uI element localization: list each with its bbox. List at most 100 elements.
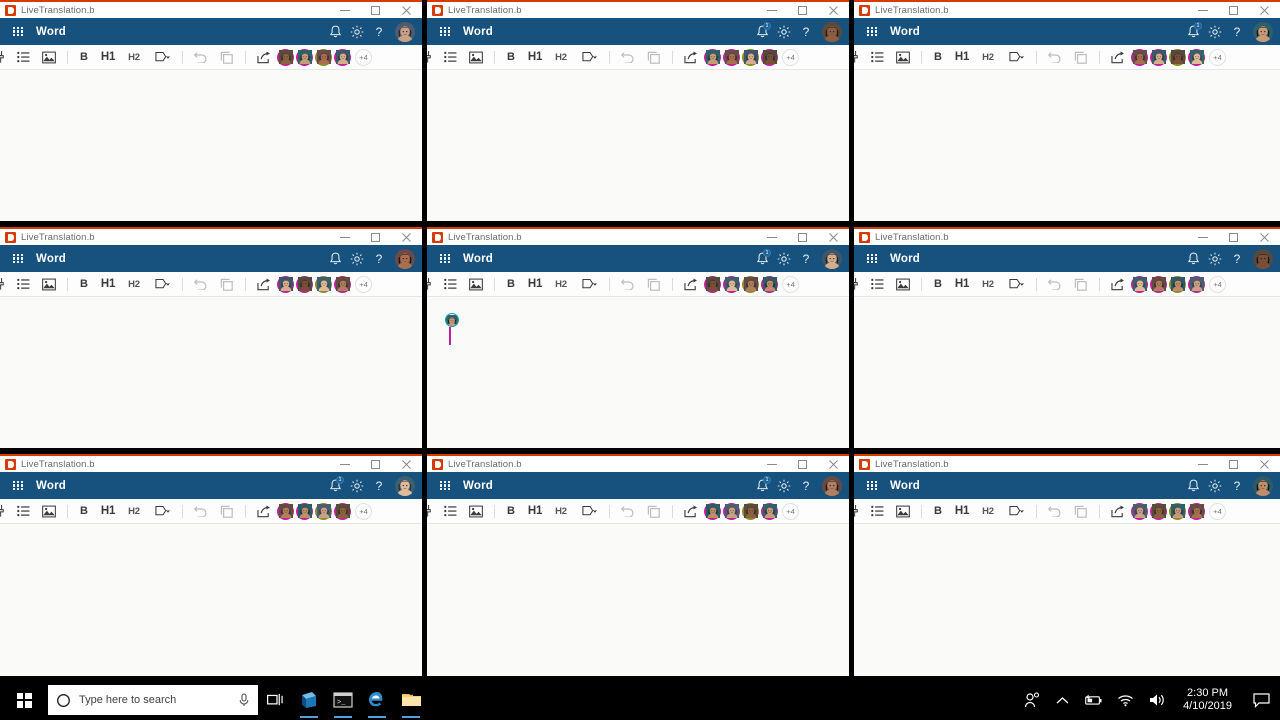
collaborator-avatar[interactable] (277, 502, 294, 522)
user-avatar[interactable] (822, 248, 842, 269)
maximize-button[interactable] (1218, 455, 1249, 473)
collaborator-avatar[interactable] (1188, 502, 1205, 522)
window-titlebar[interactable]: LiveTranslation.b (854, 454, 1280, 472)
word-window[interactable]: LiveTranslation.b Word 1? B H1 H2 +4 (427, 454, 849, 676)
insert-picture-icon[interactable] (890, 499, 916, 523)
undo-button[interactable] (615, 272, 641, 296)
collaborators-overflow[interactable]: +4 (355, 48, 372, 66)
notifications-button[interactable] (324, 245, 346, 272)
document-canvas[interactable] (0, 70, 422, 221)
undo-button[interactable] (188, 272, 214, 296)
minimize-button[interactable] (1187, 1, 1218, 19)
heading-2-button[interactable]: H2 (975, 499, 1001, 523)
format-painter-icon[interactable] (854, 45, 864, 69)
minimize-button[interactable] (756, 1, 787, 19)
collaborator-avatar[interactable] (1150, 275, 1167, 295)
collaborator-avatar[interactable] (761, 48, 778, 68)
share-button[interactable] (678, 272, 704, 296)
undo-button[interactable] (1042, 45, 1068, 69)
collaborator-avatar[interactable] (723, 275, 740, 295)
collaborator-avatar[interactable] (723, 48, 740, 68)
word-window[interactable]: LiveTranslation.b Word 1? B H1 H2 +4 (854, 0, 1280, 221)
collaborator-avatar[interactable] (334, 48, 351, 68)
collaborator-avatar[interactable] (761, 275, 778, 295)
window-titlebar[interactable]: LiveTranslation.b (427, 227, 849, 245)
redo-button[interactable] (641, 272, 667, 296)
close-button[interactable] (818, 228, 849, 246)
help-button[interactable]: ? (1226, 245, 1248, 272)
collaborator-avatar[interactable] (334, 502, 351, 522)
window-titlebar[interactable]: LiveTranslation.b (427, 454, 849, 472)
word-window[interactable]: LiveTranslation.b Word 1? B H1 H2 +4 (0, 454, 422, 676)
app-launcher-icon[interactable] (440, 480, 450, 491)
collaborator-avatar[interactable] (1169, 275, 1186, 295)
bulleted-list-icon[interactable] (864, 45, 890, 69)
text-style-dropdown[interactable] (574, 45, 604, 69)
collaborator-avatar[interactable] (277, 275, 294, 295)
collaborator-avatar[interactable] (296, 502, 313, 522)
text-style-dropdown[interactable] (1001, 499, 1031, 523)
redo-button[interactable] (641, 45, 667, 69)
settings-button[interactable] (346, 245, 368, 272)
minimize-button[interactable] (329, 228, 360, 246)
battery-icon[interactable] (1076, 680, 1110, 720)
help-button[interactable]: ? (368, 472, 390, 499)
heading-1-button[interactable]: H1 (949, 45, 975, 69)
text-style-dropdown[interactable] (147, 499, 177, 523)
app-launcher-icon[interactable] (13, 253, 23, 264)
maximize-button[interactable] (360, 228, 391, 246)
collaborator-avatar[interactable] (704, 48, 721, 68)
collaborators-overflow[interactable]: +4 (1209, 502, 1226, 520)
task-view-button[interactable] (258, 680, 292, 720)
close-button[interactable] (391, 228, 422, 246)
word-window[interactable]: LiveTranslation.b Word? B H1 H2 +4 (0, 227, 422, 448)
collaborator-avatar[interactable] (315, 502, 332, 522)
word-window[interactable]: LiveTranslation.b Word? B H1 H2 +4 (854, 227, 1280, 448)
settings-button[interactable] (1204, 472, 1226, 499)
undo-button[interactable] (188, 499, 214, 523)
help-button[interactable]: ? (795, 472, 817, 499)
collaborator-avatar[interactable] (704, 502, 721, 522)
help-button[interactable]: ? (368, 18, 390, 45)
collaborator-avatar[interactable] (315, 275, 332, 295)
collaborator-avatar[interactable] (1131, 502, 1148, 522)
minimize-button[interactable] (329, 455, 360, 473)
settings-button[interactable] (1204, 245, 1226, 272)
share-button[interactable] (251, 45, 277, 69)
document-canvas[interactable] (854, 297, 1280, 448)
format-painter-icon[interactable] (427, 45, 437, 69)
taskbar-app-store[interactable] (292, 680, 326, 720)
collaborators-overflow[interactable]: +4 (782, 48, 799, 66)
minimize-button[interactable] (756, 228, 787, 246)
undo-button[interactable] (188, 45, 214, 69)
collaborator-avatar[interactable] (742, 502, 759, 522)
close-button[interactable] (1249, 228, 1280, 246)
app-launcher-icon[interactable] (867, 253, 877, 264)
format-painter-icon[interactable] (854, 499, 864, 523)
insert-picture-icon[interactable] (890, 272, 916, 296)
action-center-button[interactable] (1242, 680, 1280, 720)
bold-button[interactable]: B (927, 45, 949, 69)
heading-2-button[interactable]: H2 (548, 272, 574, 296)
bulleted-list-icon[interactable] (10, 499, 36, 523)
user-avatar[interactable] (1253, 475, 1273, 496)
bulleted-list-icon[interactable] (864, 499, 890, 523)
minimize-button[interactable] (1187, 228, 1218, 246)
document-canvas[interactable] (0, 297, 422, 448)
redo-button[interactable] (214, 499, 240, 523)
share-button[interactable] (1105, 499, 1131, 523)
bulleted-list-icon[interactable] (437, 499, 463, 523)
app-launcher-icon[interactable] (13, 480, 23, 491)
bold-button[interactable]: B (73, 45, 95, 69)
user-avatar[interactable] (822, 21, 842, 42)
collaborator-avatar[interactable] (1169, 48, 1186, 68)
word-window[interactable]: LiveTranslation.b Word 1? B H1 H2 +4 (427, 0, 849, 221)
help-button[interactable]: ? (795, 18, 817, 45)
heading-2-button[interactable]: H2 (975, 45, 1001, 69)
heading-1-button[interactable]: H1 (949, 499, 975, 523)
settings-button[interactable] (346, 18, 368, 45)
heading-2-button[interactable]: H2 (548, 499, 574, 523)
window-titlebar[interactable]: LiveTranslation.b (427, 0, 849, 18)
user-avatar[interactable] (395, 21, 415, 42)
redo-button[interactable] (641, 499, 667, 523)
